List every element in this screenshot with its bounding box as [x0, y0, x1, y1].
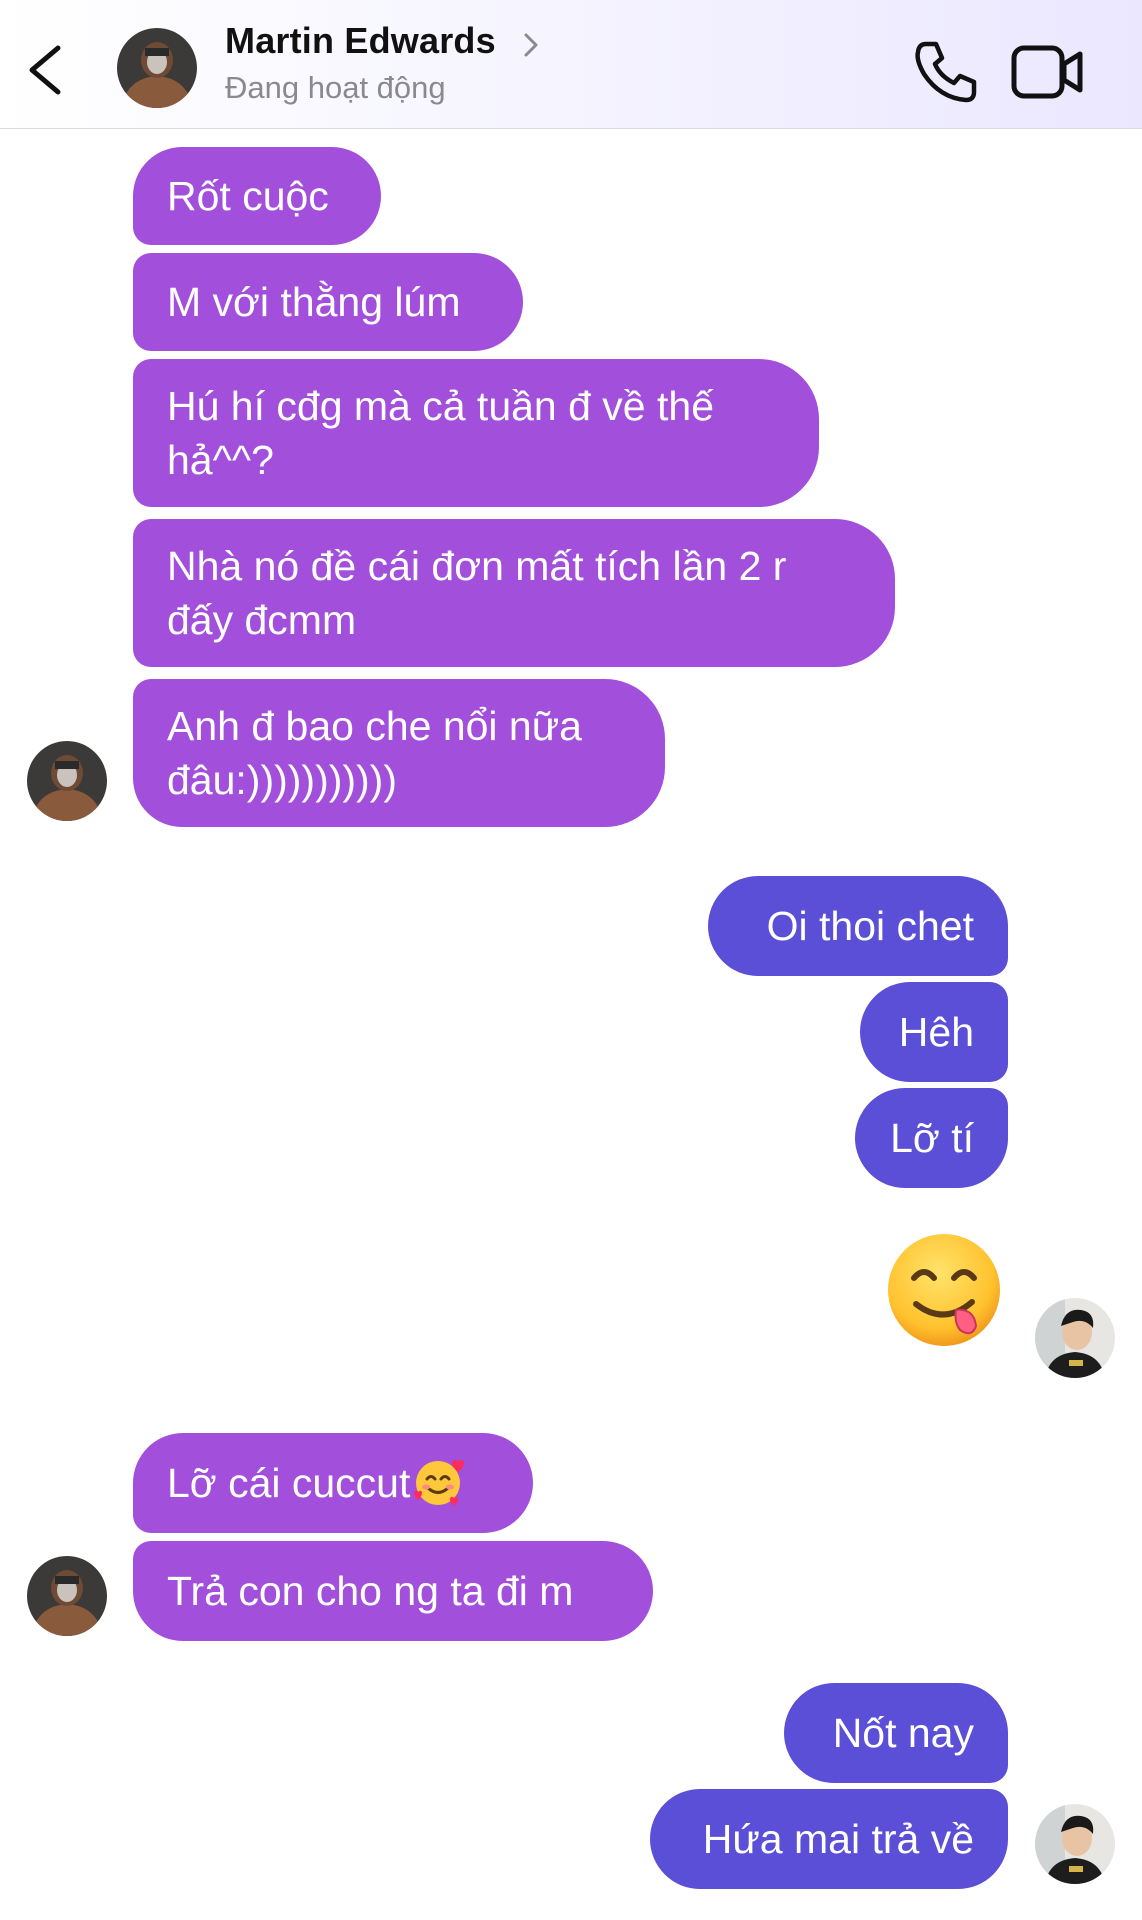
message-text: Hứa mai trả về — [702, 1816, 974, 1862]
outgoing-message[interactable]: Hêh — [860, 982, 1008, 1082]
incoming-message[interactable]: Trả con cho ng ta đi m — [133, 1541, 653, 1641]
message-text: Hêh — [898, 1009, 974, 1055]
yum-face-emoji[interactable] — [884, 1230, 1004, 1350]
incoming-message[interactable]: Hú hí cđg mà cả tuần đ về thế hả^^? — [133, 359, 819, 507]
contact-avatar[interactable] — [27, 1556, 107, 1636]
contact-avatar[interactable] — [117, 28, 197, 108]
message-text: Oi thoi chet — [766, 903, 974, 949]
incoming-message[interactable]: Nhà nó đề cái đơn mất tích lần 2 r đấy đ… — [133, 519, 895, 667]
chat-header: Martin Edwards Đang hoạt động — [0, 0, 1142, 129]
message-text: Nhà nó đề cái đơn mất tích lần 2 r đấy đ… — [167, 543, 787, 643]
chevron-right-icon[interactable] — [522, 30, 540, 60]
contact-name[interactable]: Martin Edwards — [225, 20, 496, 62]
message-text: Rốt cuộc — [167, 173, 329, 219]
video-call-button[interactable] — [1010, 42, 1086, 102]
contact-avatar-image — [117, 28, 197, 108]
incoming-message[interactable]: Lỡ cái cuccut — [133, 1433, 533, 1533]
outgoing-message[interactable]: Hứa mai trả về — [650, 1789, 1008, 1889]
contact-avatar[interactable] — [27, 741, 107, 821]
my-avatar-image — [1035, 1298, 1115, 1378]
my-avatar[interactable] — [1035, 1804, 1115, 1884]
incoming-message[interactable]: M với thằng lúm — [133, 253, 523, 351]
message-text: Lỡ tí — [890, 1115, 974, 1161]
message-text: Lỡ cái cuccut — [167, 1460, 411, 1506]
contact-avatar-image — [27, 1556, 107, 1636]
outgoing-message[interactable]: Lỡ tí — [855, 1088, 1008, 1188]
back-button[interactable] — [22, 38, 70, 102]
phone-icon — [915, 41, 977, 103]
chevron-left-icon — [29, 45, 61, 95]
active-status: Đang hoạt động — [225, 70, 446, 105]
my-avatar-image — [1035, 1804, 1115, 1884]
message-text: M với thằng lúm — [167, 279, 461, 325]
incoming-message[interactable]: Rốt cuộc — [133, 147, 381, 245]
my-avatar[interactable] — [1035, 1298, 1115, 1378]
outgoing-message[interactable]: Nốt nay — [784, 1683, 1008, 1783]
message-text: Anh đ bao che nổi nữa đâu:))))))))))) — [167, 703, 582, 803]
message-text: Hú hí cđg mà cả tuần đ về thế hả^^? — [167, 383, 714, 483]
outgoing-message[interactable]: Oi thoi chet — [708, 876, 1008, 976]
smiling-face-with-hearts-emoji — [414, 1460, 465, 1507]
message-text: Trả con cho ng ta đi m — [167, 1568, 574, 1614]
message-text: Nốt nay — [832, 1710, 974, 1756]
video-camera-icon — [1011, 45, 1083, 99]
voice-call-button[interactable] — [912, 38, 980, 106]
incoming-message[interactable]: Anh đ bao che nổi nữa đâu:))))))))))) — [133, 679, 665, 827]
contact-avatar-image — [27, 741, 107, 821]
